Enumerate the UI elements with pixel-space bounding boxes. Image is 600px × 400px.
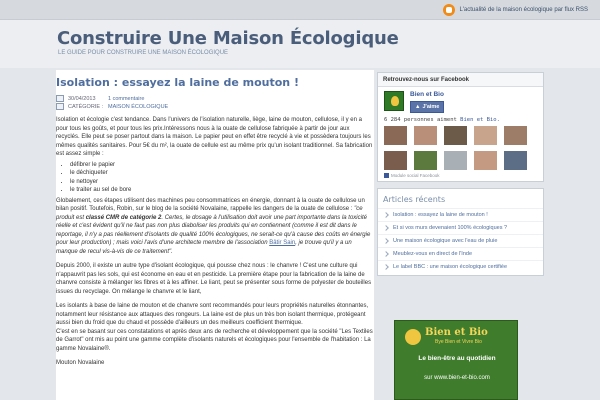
arrow-icon xyxy=(383,238,389,244)
list-item: le déchiqueter xyxy=(70,169,374,178)
bien-et-bio-logo[interactable] xyxy=(384,91,404,111)
fan-avatar[interactable] xyxy=(474,151,497,170)
arrow-icon xyxy=(383,212,389,218)
list-item: le traiter au sel de bore xyxy=(70,186,374,195)
arrow-icon xyxy=(383,264,389,270)
post-date: 30/04/2013 xyxy=(68,95,96,102)
batir-sain-link[interactable]: Bâtir Sain xyxy=(269,240,295,246)
likes-count-page[interactable]: Bien et Bio. xyxy=(460,117,500,123)
banner-subbrand: Bye Bien et Vivre Bio xyxy=(435,339,482,345)
fan-avatar[interactable] xyxy=(444,126,467,145)
facebook-plugin-credit[interactable]: Module social Facebook xyxy=(378,170,543,181)
facebook-heading: Retrouvez-nous sur Facebook xyxy=(378,73,543,87)
fan-avatar[interactable] xyxy=(414,126,437,145)
top-bar: L'actualité de la maison écologique par … xyxy=(0,0,600,20)
paragraph: Mouton Novalaine xyxy=(56,360,105,366)
comments-link[interactable]: 1 commentaire xyxy=(108,96,374,102)
banner-brand: Bien et Bio xyxy=(425,327,488,338)
recent-item[interactable]: Et si vos murs devenaient 100% écologiqu… xyxy=(378,221,543,234)
recent-list: Isolation : essayez la laine de mouton !… xyxy=(378,208,543,273)
post-title[interactable]: Isolation : essayez la laine de mouton ! xyxy=(56,76,374,89)
arrow-icon xyxy=(383,251,389,257)
recent-heading: Articles récents xyxy=(383,195,446,204)
facebook-page-name[interactable]: Bien et Bio xyxy=(410,91,444,98)
fan-avatar[interactable] xyxy=(444,151,467,170)
meditation-figure-icon xyxy=(405,329,421,345)
rss-text[interactable]: L'actualité de la maison écologique par … xyxy=(459,7,588,13)
paragraph: C'est en se basant sur ces constatations… xyxy=(56,328,373,352)
fan-avatar[interactable] xyxy=(504,151,527,170)
likes-count-text: 6 284 personnes aiment xyxy=(384,117,457,123)
recent-item-label[interactable]: Une maison écologique avec l'eau de plui… xyxy=(393,238,497,244)
fan-avatar[interactable] xyxy=(384,126,407,145)
list-item: le nettoyer xyxy=(70,178,374,187)
site-title[interactable]: Construire Une Maison Écologique xyxy=(57,28,399,49)
process-list: défibrer le papier le déchiqueter le net… xyxy=(70,161,374,195)
plugin-text: Module social Facebook xyxy=(391,173,440,178)
post-body: Isolation et écologie c'est tendance. Da… xyxy=(56,116,374,368)
category-link[interactable]: Maison écologique xyxy=(108,104,374,110)
rss-icon xyxy=(443,4,456,16)
site-tagline: Le guide pour construire une maison écol… xyxy=(58,50,229,56)
fan-avatar[interactable] xyxy=(384,151,407,170)
recent-item[interactable]: Meublez-vous en direct de l'Inde xyxy=(378,247,543,260)
banner-tagline: Le bien-être au quotidien xyxy=(418,355,496,362)
sidebar: Retrouvez-nous sur Facebook Bien et Bio … xyxy=(377,72,544,276)
fan-avatar[interactable] xyxy=(504,126,527,145)
facebook-page: Bien et Bio ▲ J'aime xyxy=(378,87,543,117)
calendar-icon xyxy=(56,95,64,102)
folder-icon xyxy=(56,103,64,110)
banner-url: sur www.bien-et-bio.com xyxy=(424,375,490,381)
list-item: défibrer le papier xyxy=(70,161,374,170)
paragraph: Depuis 2000, il existe un autre type d'i… xyxy=(56,263,372,295)
recent-item[interactable]: Une maison écologique avec l'eau de plui… xyxy=(378,234,543,247)
fan-faces xyxy=(378,126,543,170)
rss-link[interactable]: L'actualité de la maison écologique par … xyxy=(443,4,588,16)
quote-bold: classé CMR de catégorie 2 xyxy=(85,214,162,221)
arrow-icon xyxy=(383,225,389,231)
facebook-icon xyxy=(384,173,389,178)
post-meta: 30/04/2013 1 commentaire Catégorie : Mai… xyxy=(56,95,374,110)
recent-item-label[interactable]: Le label BBC : une maison écologique cer… xyxy=(393,264,507,270)
facebook-widget: Retrouvez-nous sur Facebook Bien et Bio … xyxy=(377,72,544,182)
text: Globalement, ces étapes utilisent des ma… xyxy=(56,197,365,213)
bien-et-bio-banner[interactable]: Bien et Bio Bye Bien et Vivre Bio Le bie… xyxy=(394,320,518,400)
like-label: J'aime xyxy=(422,104,440,110)
thumbs-up-icon: ▲ xyxy=(415,104,421,110)
paragraph-quote: Globalement, ces étapes utilisent des ma… xyxy=(56,197,374,257)
recent-item[interactable]: Le label BBC : une maison écologique cer… xyxy=(378,260,543,273)
fan-avatar[interactable] xyxy=(474,126,497,145)
recent-item-label[interactable]: Isolation : essayez la laine de mouton ! xyxy=(393,212,488,218)
like-button[interactable]: ▲ J'aime xyxy=(410,101,445,113)
category-label: Catégorie : xyxy=(68,103,104,110)
recent-articles: Articles récents Isolation : essayez la … xyxy=(377,188,544,276)
fan-avatar[interactable] xyxy=(414,151,437,170)
likes-count: 6 284 personnes aiment Bien et Bio. xyxy=(378,117,543,126)
recent-item-label[interactable]: Et si vos murs devenaient 100% écologiqu… xyxy=(393,225,507,231)
site-header: Construire Une Maison Écologique Le guid… xyxy=(0,20,600,68)
main-content: Isolation : essayez la laine de mouton !… xyxy=(56,70,374,400)
paragraph: Les isolants à base de laine de mouton e… xyxy=(56,303,369,326)
recent-item-label[interactable]: Meublez-vous en direct de l'Inde xyxy=(393,251,472,257)
paragraph: Isolation et écologie c'est tendance. Da… xyxy=(56,117,373,157)
recent-item[interactable]: Isolation : essayez la laine de mouton ! xyxy=(378,208,543,221)
